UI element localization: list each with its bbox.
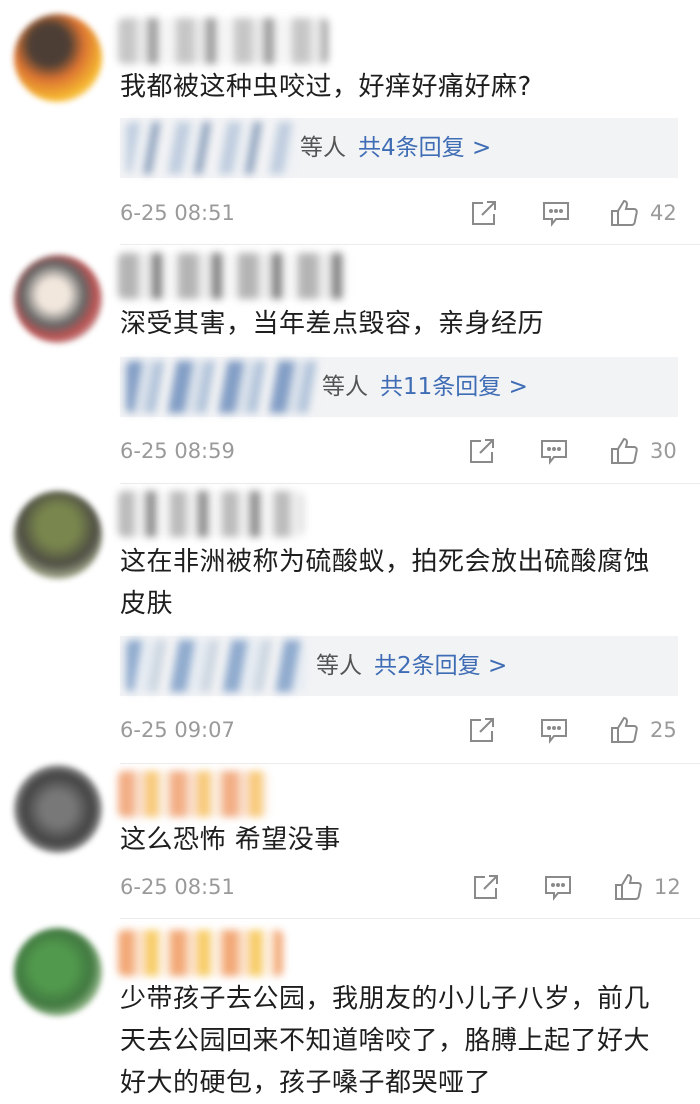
reply-count-link[interactable]: 共2条回复 > xyxy=(374,653,507,679)
timestamp: 6-25 08:51 xyxy=(120,201,235,225)
avatar[interactable] xyxy=(14,928,102,1016)
comment-text: 深受其害，当年差点毁容，亲身经历 xyxy=(120,309,545,339)
comment-text: 这么恐怖 希望没事 xyxy=(120,825,341,855)
thumbs-up-icon[interactable] xyxy=(608,714,640,746)
reply-summary[interactable]: 等人 共4条回复 > xyxy=(120,118,678,178)
comment-text: 少带孩子去公园，我朋友的小儿子八岁，前几天去公园回来不知道啥咬了，胳膊上起了好大… xyxy=(120,984,651,1098)
comment-icon[interactable] xyxy=(538,435,570,467)
reply-count-link[interactable]: 共11条回复 > xyxy=(380,374,528,400)
comment-item: 少带孩子去公园，我朋友的小儿子八岁，前几天去公园回来不知道啥咬了，胳膊上起了好大… xyxy=(0,920,700,1098)
username[interactable] xyxy=(118,253,348,299)
username[interactable] xyxy=(118,18,328,64)
share-icon[interactable] xyxy=(470,871,502,903)
comment-icon[interactable] xyxy=(542,871,574,903)
divider xyxy=(120,918,700,919)
reply-avatars xyxy=(126,361,321,413)
reply-avatars xyxy=(126,640,306,692)
thumbs-up-icon[interactable] xyxy=(608,197,640,229)
avatar[interactable] xyxy=(14,765,102,853)
comment-meta: 6-25 08:59 30 xyxy=(120,431,680,471)
avatar[interactable] xyxy=(14,255,102,343)
reply-people: 等人 xyxy=(322,374,368,400)
username[interactable] xyxy=(118,771,268,817)
comment-item: 我都被这种虫咬过，好痒好痛好麻? 等人 共4条回复 > 6-25 08:51 42 xyxy=(0,0,700,245)
username[interactable] xyxy=(118,930,283,976)
comment-meta: 6-25 08:51 12 xyxy=(120,867,681,907)
comment-text: 这在非洲被称为硫酸蚁，拍死会放出硫酸腐蚀皮肤 xyxy=(120,547,651,619)
comment-icon[interactable] xyxy=(538,714,570,746)
reply-avatars xyxy=(126,122,296,174)
timestamp: 6-25 08:59 xyxy=(120,439,235,463)
timestamp: 6-25 09:07 xyxy=(120,718,235,742)
avatar[interactable] xyxy=(14,491,102,579)
reply-summary[interactable]: 等人 共2条回复 > xyxy=(120,636,678,696)
reply-summary[interactable]: 等人 共11条回复 > xyxy=(120,357,678,417)
comment-meta: 6-25 08:51 42 xyxy=(120,193,680,233)
thumbs-up-icon[interactable] xyxy=(612,871,644,903)
comment-item: 深受其害，当年差点毁容，亲身经历 等人 共11条回复 > 6-25 08:59 3… xyxy=(0,245,700,485)
divider xyxy=(120,483,700,484)
reply-people: 等人 xyxy=(316,653,362,679)
thumbs-up-icon[interactable] xyxy=(608,435,640,467)
comment-item: 这在非洲被称为硫酸蚁，拍死会放出硫酸腐蚀皮肤 等人 共2条回复 > 6-25 09… xyxy=(0,485,700,765)
share-icon[interactable] xyxy=(466,435,498,467)
like-count: 42 xyxy=(650,201,677,225)
divider xyxy=(120,763,700,764)
comment-text: 我都被这种虫咬过，好痒好痛好麻? xyxy=(120,72,532,102)
avatar[interactable] xyxy=(14,14,102,102)
reply-people: 等人 xyxy=(300,135,346,161)
username[interactable] xyxy=(118,491,303,537)
comment-icon[interactable] xyxy=(540,197,572,229)
reply-count-link[interactable]: 共4条回复 > xyxy=(358,135,491,161)
like-count: 25 xyxy=(650,718,677,742)
comment-item: 这么恐怖 希望没事 6-25 08:51 12 xyxy=(0,765,700,920)
share-icon[interactable] xyxy=(468,197,500,229)
comment-meta: 6-25 09:07 25 xyxy=(120,710,680,750)
timestamp: 6-25 08:51 xyxy=(120,875,235,899)
like-count: 12 xyxy=(654,875,681,899)
like-count: 30 xyxy=(650,439,677,463)
share-icon[interactable] xyxy=(466,714,498,746)
